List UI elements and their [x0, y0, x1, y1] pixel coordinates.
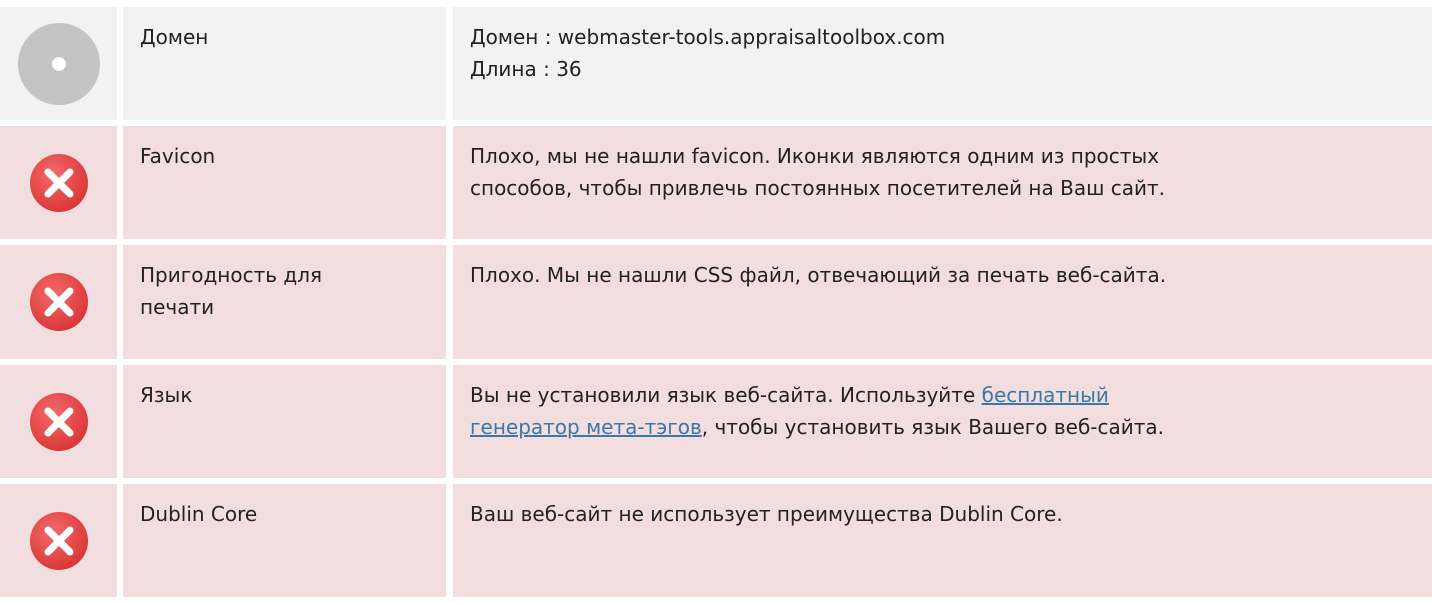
language-text-before: Вы не установили язык веб-сайта. Использ…	[470, 383, 982, 407]
dublin-core-message: Ваш веб-сайт не использует преимущества …	[470, 502, 1063, 526]
row-label-line1: Пригодность для	[140, 263, 323, 287]
seo-checks-table: Домен Домен : webmaster-tools.appraisalt…	[0, 0, 1432, 597]
row-label: Dublin Core	[123, 484, 446, 597]
status-cell	[0, 126, 117, 239]
favicon-message-line1: Плохо, мы не нашли favicon. Иконки являю…	[470, 144, 1160, 168]
status-cell	[0, 245, 117, 359]
language-message-line1: Вы не установили язык веб-сайта. Использ…	[470, 379, 1432, 411]
error-x-icon	[28, 152, 90, 214]
domain-name-text: Домен : webmaster-tools.appraisaltoolbox…	[470, 25, 946, 49]
row-value: Вы не установили язык веб-сайта. Использ…	[453, 365, 1432, 478]
table-row-dublin-core: Dublin Core Ваш веб-сайт не использует п…	[0, 484, 1432, 597]
row-value: Плохо. Мы не нашли CSS файл, отвечающий …	[453, 245, 1432, 359]
row-label-text: Язык	[140, 383, 193, 407]
row-label: Пригодность для печати	[123, 245, 446, 359]
table-row-printability: Пригодность для печати Плохо. Мы не нашл…	[0, 245, 1432, 359]
row-value: Плохо, мы не нашли favicon. Иконки являю…	[453, 126, 1432, 239]
info-circle-icon	[17, 22, 100, 105]
language-message-line2: генератор мета-тэгов, чтобы установить я…	[470, 411, 1432, 443]
row-label: Favicon	[123, 126, 446, 239]
row-label: Домен	[123, 7, 446, 120]
error-x-icon	[28, 271, 90, 333]
error-x-icon	[28, 391, 90, 453]
row-label-text: Dublin Core	[140, 502, 258, 526]
row-label-line2: печати	[140, 295, 215, 319]
error-x-icon	[28, 510, 90, 572]
status-cell	[0, 365, 117, 478]
row-label-text: Favicon	[140, 144, 216, 168]
meta-tag-generator-link[interactable]: бесплатный	[982, 383, 1109, 407]
row-label-text: Домен	[140, 25, 209, 49]
status-cell	[0, 7, 117, 120]
table-row-favicon: Favicon Плохо, мы не нашли favicon. Икон…	[0, 126, 1432, 239]
language-text-after: , чтобы установить язык Вашего веб-сайта…	[701, 415, 1165, 439]
status-cell	[0, 484, 117, 597]
favicon-message-line2: способов, чтобы привлечь постоянных посе…	[470, 176, 1166, 200]
meta-tag-generator-link-cont[interactable]: генератор мета-тэгов	[470, 415, 702, 439]
table-row-domain: Домен Домен : webmaster-tools.appraisalt…	[0, 7, 1432, 120]
row-label: Язык	[123, 365, 446, 478]
printability-message: Плохо. Мы не нашли CSS файл, отвечающий …	[470, 263, 1167, 287]
row-value: Домен : webmaster-tools.appraisaltoolbox…	[453, 7, 1432, 120]
domain-length-text: Длина : 36	[470, 57, 582, 81]
row-value: Ваш веб-сайт не использует преимущества …	[453, 484, 1432, 597]
table-row-language: Язык Вы не установили язык веб-сайта. Ис…	[0, 365, 1432, 478]
